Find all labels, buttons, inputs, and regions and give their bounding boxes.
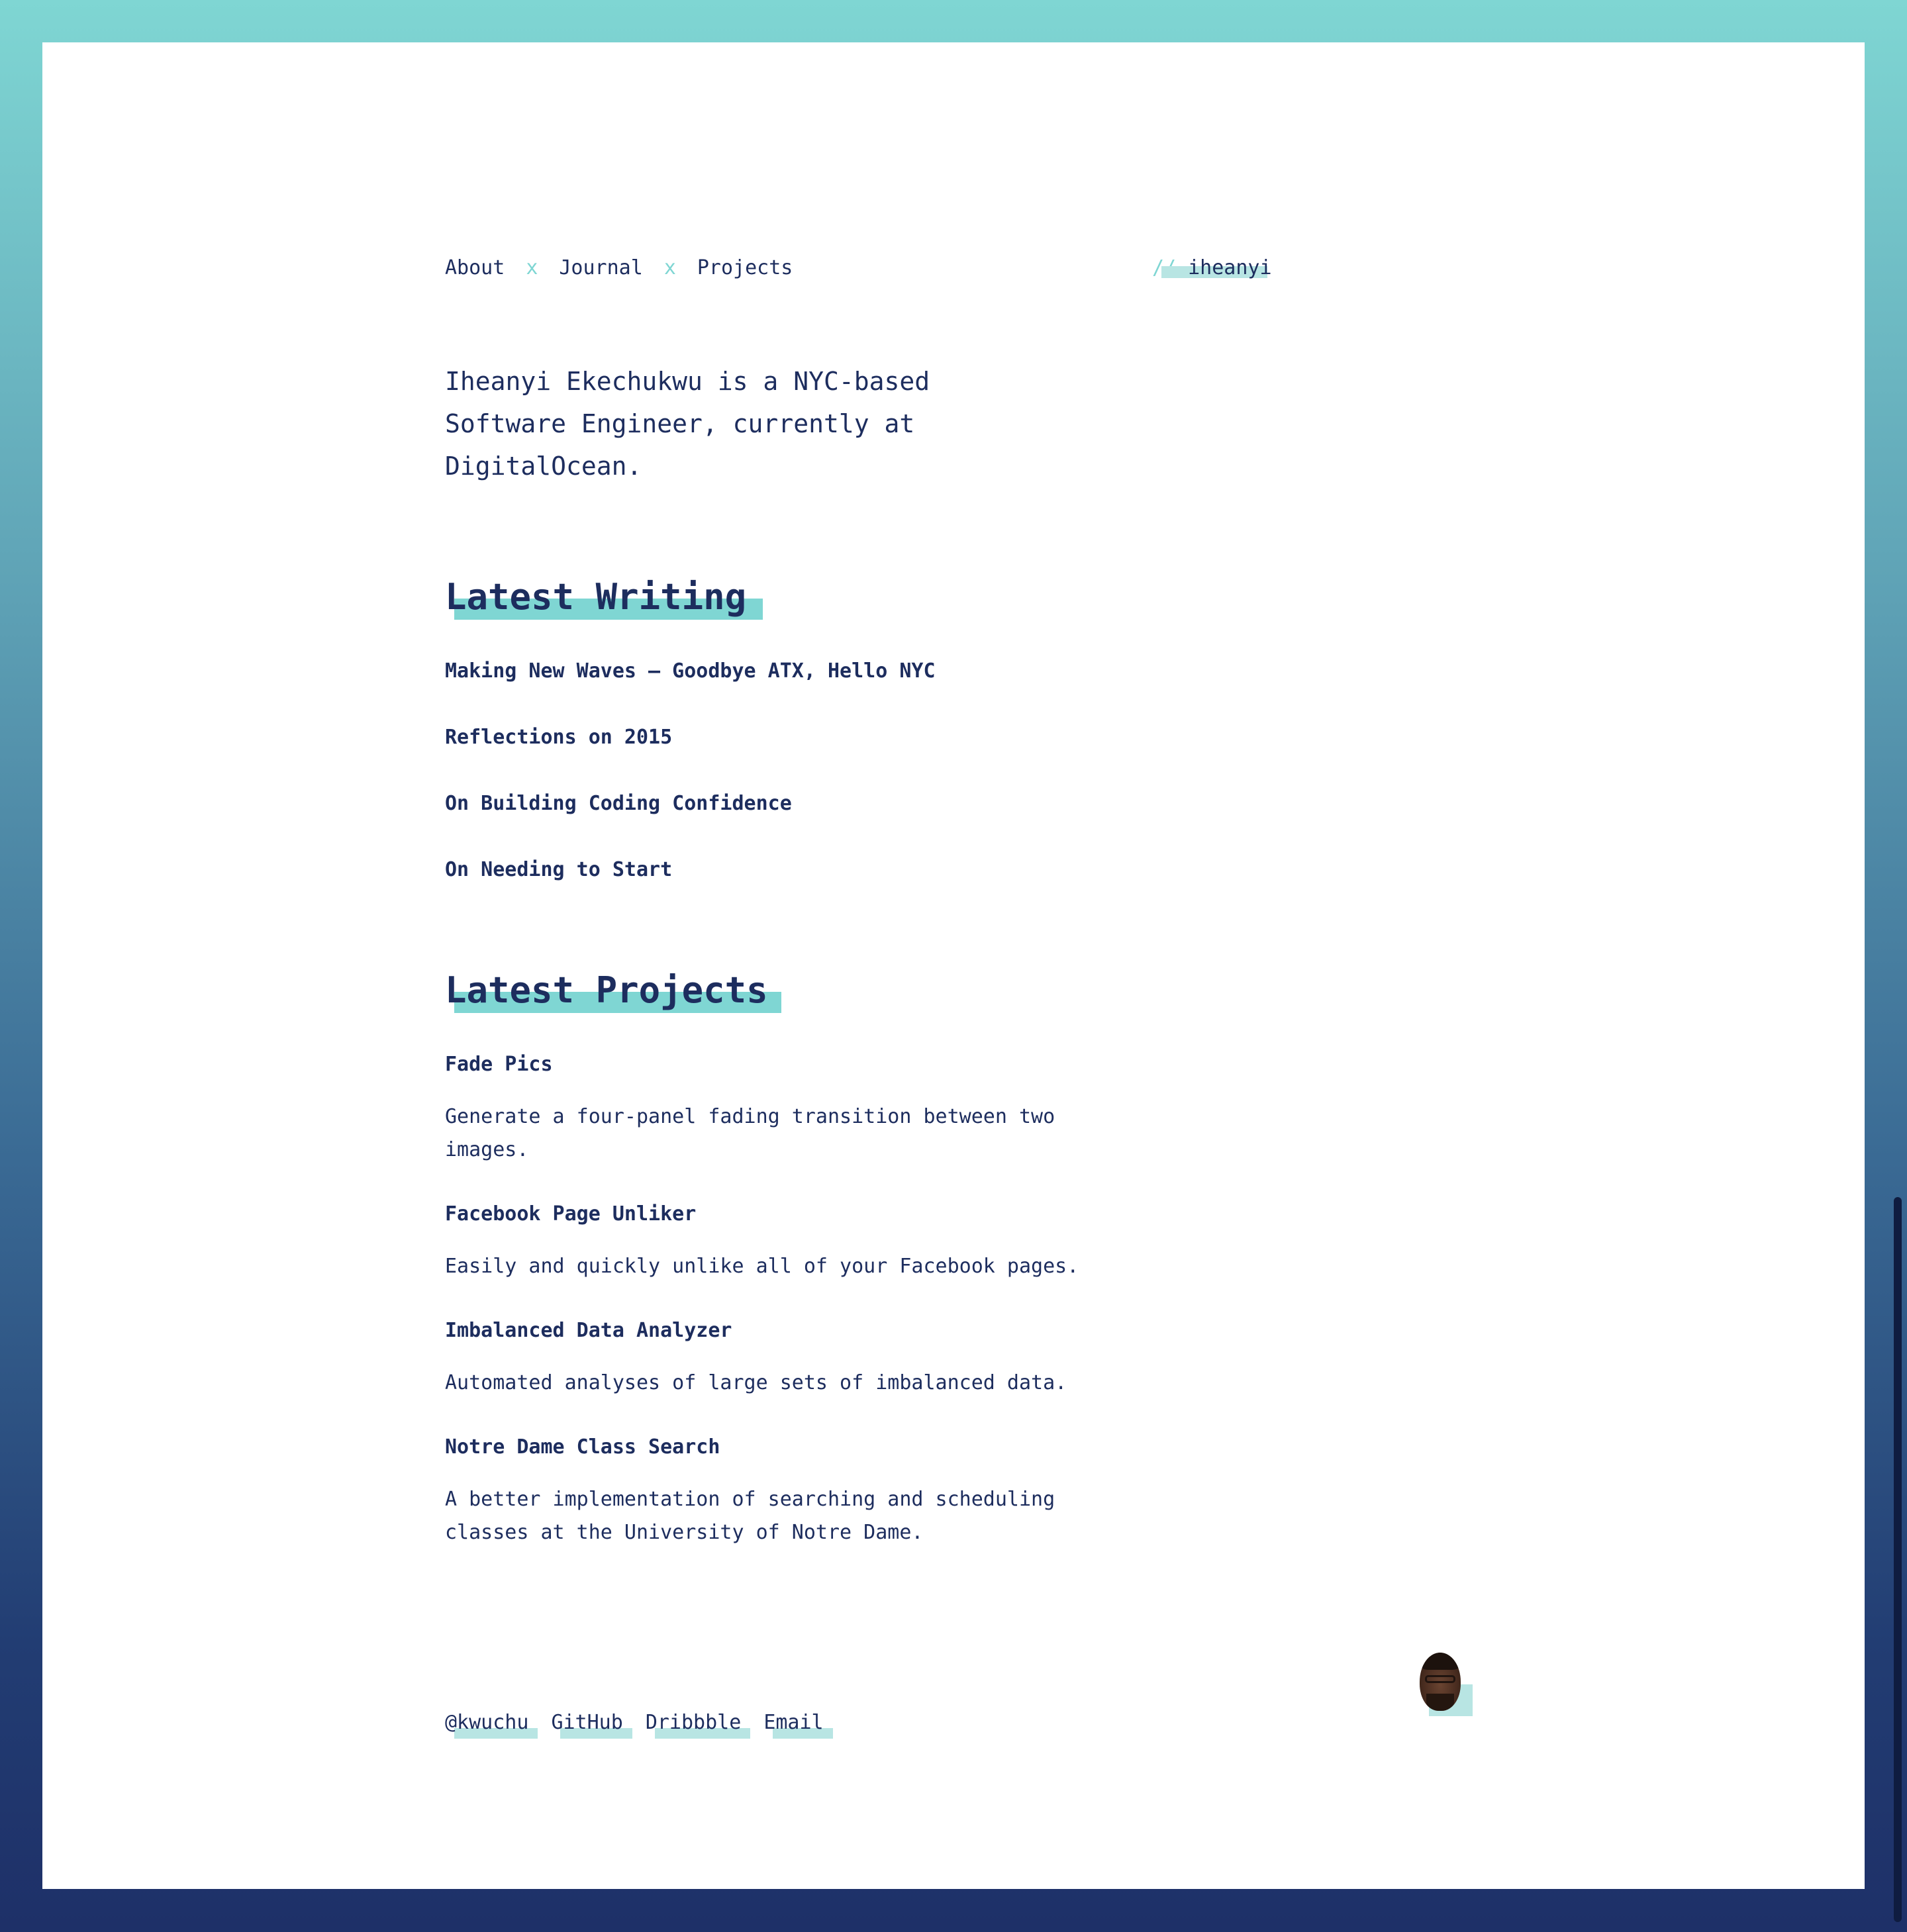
footer-link-label: @kwuchu: [445, 1711, 529, 1734]
writing-list-item: Making New Waves — Goodbye ATX, Hello NY…: [445, 658, 936, 724]
latest-writing-heading: Latest Writing: [445, 576, 763, 620]
nav-separator: x: [526, 256, 538, 279]
footer-link-dribbble[interactable]: Dribbble: [645, 1711, 751, 1739]
nav-separator: x: [663, 256, 676, 279]
writing-list-item: On Needing to Start: [445, 857, 936, 923]
writing-list: Making New Waves — Goodbye ATX, Hello NY…: [445, 658, 936, 923]
nav-link-journal[interactable]: Journal: [559, 256, 642, 279]
post-link[interactable]: Making New Waves — Goodbye ATX, Hello NY…: [445, 659, 936, 683]
footer-link-label: Email: [763, 1711, 824, 1734]
footer-link-label: GitHub: [551, 1711, 623, 1734]
avatar-hair: [1421, 1653, 1459, 1670]
post-link[interactable]: Reflections on 2015: [445, 726, 672, 749]
avatar-beard: [1426, 1694, 1454, 1711]
nav-link-projects[interactable]: Projects: [697, 256, 793, 279]
project-description: Generate a four-panel fading transition …: [445, 1105, 1055, 1161]
project-item: Facebook Page Unliker Easily and quickly…: [445, 1201, 1081, 1283]
site-brand-link[interactable]: // iheanyi: [1152, 248, 1272, 287]
post-link[interactable]: On Needing to Start: [445, 858, 672, 881]
footer-link-email[interactable]: Email: [763, 1711, 833, 1739]
footer-links: @kwuchu GitHub Dribbble Email: [445, 1711, 846, 1739]
project-description: A better implementation of searching and…: [445, 1488, 1055, 1544]
page-card: About x Journal x Projects // iheanyi Ih…: [42, 42, 1865, 1889]
project-link[interactable]: Imbalanced Data Analyzer: [445, 1319, 732, 1342]
intro-text: Iheanyi Ekechukwu is a NYC-based Softwar…: [445, 367, 930, 481]
project-link[interactable]: Fade Pics: [445, 1053, 553, 1076]
latest-projects-heading-text: Latest Projects: [445, 969, 768, 1011]
writing-list-item: On Building Coding Confidence: [445, 791, 936, 857]
project-description: Easily and quickly unlike all of your Fa…: [445, 1255, 1079, 1278]
project-description: Automated analyses of large sets of imba…: [445, 1371, 1067, 1394]
project-item: Notre Dame Class Search A better impleme…: [445, 1434, 1081, 1549]
writing-list-item: Reflections on 2015: [445, 724, 936, 791]
scrollbar-thumb[interactable]: [1894, 1197, 1902, 1922]
latest-projects-heading: Latest Projects: [445, 969, 781, 1013]
footer-link-github[interactable]: GitHub: [551, 1711, 632, 1739]
avatar-face: [1420, 1653, 1461, 1711]
nav-link-about[interactable]: About: [445, 256, 505, 279]
footer-link-label: Dribbble: [645, 1711, 742, 1734]
avatar[interactable]: [1420, 1653, 1473, 1716]
footer-link-twitter[interactable]: @kwuchu: [445, 1711, 538, 1739]
project-item: Imbalanced Data Analyzer Automated analy…: [445, 1318, 1081, 1400]
main-nav: About x Journal x Projects: [445, 248, 793, 287]
project-item: Fade Pics Generate a four-panel fading t…: [445, 1051, 1081, 1167]
brand-name: iheanyi: [1188, 256, 1272, 279]
post-link[interactable]: On Building Coding Confidence: [445, 792, 792, 815]
latest-writing-heading-text: Latest Writing: [445, 576, 747, 618]
project-link[interactable]: Facebook Page Unliker: [445, 1202, 696, 1226]
project-link[interactable]: Notre Dame Class Search: [445, 1435, 720, 1459]
avatar-glasses: [1425, 1675, 1455, 1683]
projects-list: Fade Pics Generate a four-panel fading t…: [445, 1051, 1081, 1584]
